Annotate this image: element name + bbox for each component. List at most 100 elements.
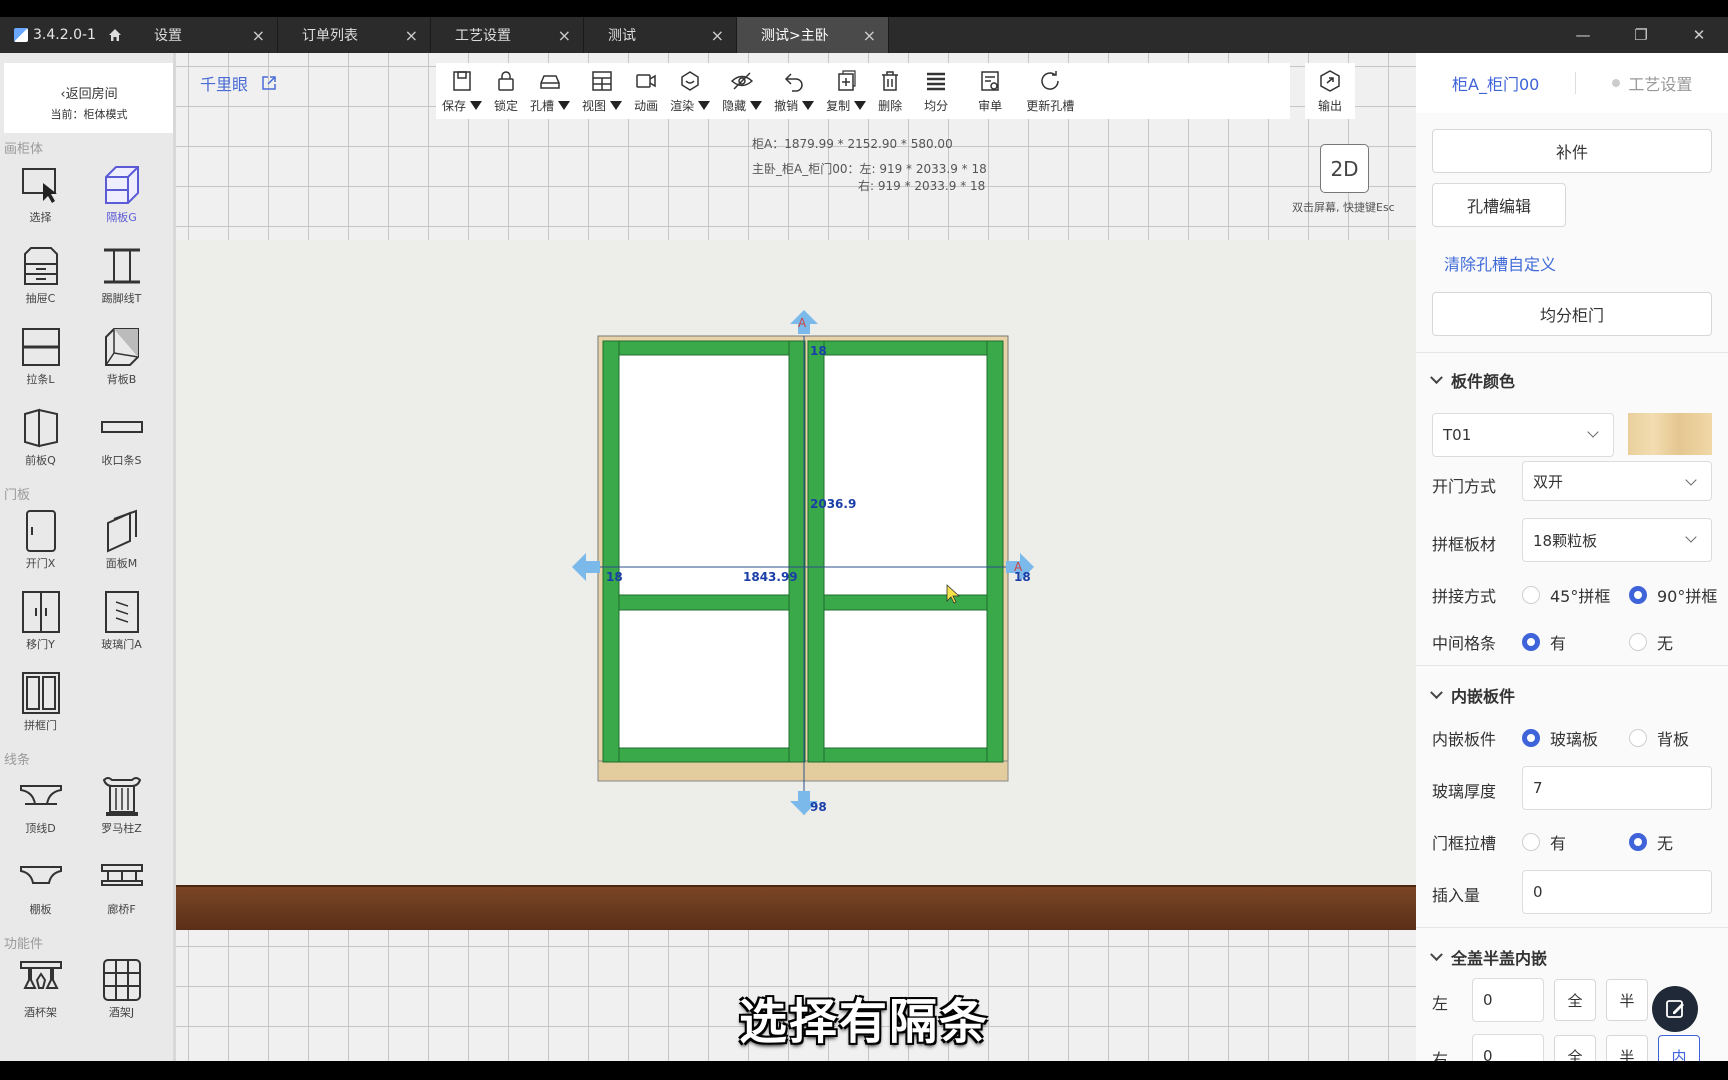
- tool-drawer[interactable]: 抽屉C: [0, 242, 81, 323]
- mid-bar-no-radio[interactable]: 无: [1629, 630, 1673, 654]
- back-to-room[interactable]: ‹返回房间 当前：柜体模式: [4, 63, 173, 133]
- insert-amount-label: 插入量: [1432, 886, 1481, 905]
- dimension-info: 柜A：1879.99 * 2152.90 * 580.00 主卧_柜A_柜门00…: [752, 137, 987, 193]
- tab-order-list[interactable]: 订单列表 ×: [278, 17, 431, 53]
- minimize-icon[interactable]: —: [1554, 17, 1612, 53]
- tool-backboard[interactable]: 背板B: [81, 323, 162, 404]
- wood-color-swatch[interactable]: [1628, 413, 1712, 455]
- animation-button[interactable]: 动画: [628, 63, 664, 119]
- color-select[interactable]: T01: [1432, 413, 1614, 457]
- tool-face-panel[interactable]: 面板M: [81, 507, 162, 588]
- section-cover-mode[interactable]: 全盖半盖内嵌: [1430, 945, 1547, 969]
- render-button[interactable]: 渲染: [664, 63, 716, 119]
- even-split-button[interactable]: 均分: [908, 63, 964, 119]
- patch-button[interactable]: 补件: [1432, 129, 1712, 173]
- dim-left-label: 18: [606, 570, 623, 584]
- status-dot-icon: [1612, 79, 1621, 87]
- close-window-icon[interactable]: ✕: [1670, 17, 1728, 53]
- clear-hole-custom-link[interactable]: 清除孔槽自定义: [1444, 251, 1556, 275]
- trash-icon: [882, 70, 899, 91]
- groove-no-radio[interactable]: 无: [1629, 830, 1673, 854]
- select-cursor-icon: [21, 168, 57, 203]
- dropdown-caret-icon[interactable]: [558, 100, 571, 110]
- tab-close-icon[interactable]: ×: [252, 26, 265, 45]
- mid-bar-yes-radio[interactable]: 有: [1522, 630, 1566, 654]
- tab-process-settings-panel[interactable]: 工艺设置: [1612, 71, 1692, 95]
- hole-edit-button[interactable]: 孔槽编辑: [1432, 183, 1566, 227]
- hide-button[interactable]: 隐藏: [716, 63, 768, 119]
- tool-roman-column[interactable]: 罗马柱Z: [81, 772, 162, 853]
- right-door: [807, 340, 1004, 763]
- video-icon: [636, 73, 656, 88]
- save-button[interactable]: 保存: [436, 63, 488, 119]
- tool-crown-molding[interactable]: 顶线D: [0, 772, 81, 853]
- tool-select[interactable]: 选择: [0, 161, 81, 242]
- list-lines-icon: [927, 72, 946, 90]
- tab-test[interactable]: 测试 ×: [584, 17, 737, 53]
- tool-brace[interactable]: 拉条L: [0, 323, 81, 404]
- tab-process-settings[interactable]: 工艺设置 ×: [431, 17, 584, 53]
- review-button[interactable]: 审单: [964, 63, 1016, 119]
- chevron-down-icon: [1685, 531, 1697, 543]
- home-icon: [109, 29, 121, 41]
- restore-icon[interactable]: ❐: [1612, 17, 1670, 53]
- ceiling-board-icon: [19, 866, 62, 884]
- edge-strip-icon: [100, 421, 143, 433]
- frame-material-label: 拼框板材: [1432, 535, 1497, 554]
- tool-bridge[interactable]: 廊桥F: [81, 853, 162, 934]
- update-slot-button[interactable]: 更新孔槽: [1016, 63, 1084, 119]
- home-button[interactable]: [100, 17, 130, 53]
- brand-link[interactable]: 千里眼: [200, 71, 278, 95]
- view-2d-button[interactable]: 2D: [1320, 144, 1369, 193]
- tool-sliding-door[interactable]: 移门Y: [0, 588, 81, 669]
- tab-test-bedroom[interactable]: 测试>主卧 ×: [737, 17, 889, 53]
- section-panel-color[interactable]: 板件颜色: [1430, 368, 1515, 392]
- tool-ceiling-board[interactable]: 棚板: [0, 853, 81, 934]
- joint-90-radio[interactable]: 90°拼框: [1629, 583, 1717, 607]
- tab-close-icon[interactable]: ×: [863, 26, 876, 45]
- tab-settings[interactable]: 设置 ×: [130, 17, 278, 53]
- groove-yes-radio[interactable]: 有: [1522, 830, 1566, 854]
- render-icon: [681, 70, 699, 91]
- even-door-button[interactable]: 均分柜门: [1432, 292, 1712, 336]
- dropdown-caret-icon[interactable]: [750, 100, 763, 110]
- lock-button[interactable]: 锁定: [488, 63, 524, 119]
- undo-button[interactable]: 撤销: [768, 63, 820, 119]
- dropdown-caret-icon[interactable]: [854, 100, 867, 110]
- inlay-glass-radio[interactable]: 玻璃板: [1522, 726, 1598, 750]
- tool-open-door[interactable]: 开门X: [0, 507, 81, 588]
- view-button[interactable]: 视图: [576, 63, 628, 119]
- section-inlay[interactable]: 内嵌板件: [1430, 683, 1515, 707]
- tool-frame-door[interactable]: 拼框门: [0, 669, 81, 750]
- insert-amount-input[interactable]: 0: [1522, 870, 1712, 914]
- tool-edge-strip[interactable]: 收口条S: [81, 404, 162, 485]
- crown-molding-icon: [19, 785, 62, 805]
- tool-shelf[interactable]: 隔板G: [81, 161, 162, 242]
- joint-45-radio[interactable]: 45°拼框: [1522, 583, 1610, 607]
- dropdown-caret-icon[interactable]: [610, 100, 623, 110]
- export-icon: [1320, 69, 1340, 92]
- sliding-door-icon: [21, 591, 60, 633]
- delete-button[interactable]: 删除: [872, 63, 908, 119]
- tab-door-properties[interactable]: 柜A_柜门00: [1452, 71, 1539, 95]
- tool-front-panel[interactable]: 前板Q: [0, 404, 81, 485]
- tool-glass-door[interactable]: 玻璃门A: [81, 588, 162, 669]
- open-mode-select[interactable]: 双开: [1522, 461, 1712, 501]
- dropdown-caret-icon[interactable]: [470, 100, 483, 110]
- video-subtitle: 选择有隔条: [738, 994, 989, 1050]
- dropdown-caret-icon[interactable]: [698, 100, 711, 110]
- tab-close-icon[interactable]: ×: [558, 26, 571, 45]
- tool-skirting[interactable]: 踢脚线T: [81, 242, 162, 323]
- copy-button[interactable]: 复制: [820, 63, 872, 119]
- roman-column-icon: [102, 777, 141, 816]
- glass-thickness-input[interactable]: 7: [1522, 766, 1712, 810]
- dropdown-caret-icon[interactable]: [802, 100, 815, 110]
- slot-button[interactable]: 孔槽: [524, 63, 576, 119]
- tab-close-icon[interactable]: ×: [711, 26, 724, 45]
- frame-material-select[interactable]: 18颗粒板: [1522, 518, 1712, 562]
- tab-close-icon[interactable]: ×: [405, 26, 418, 45]
- inlay-back-radio[interactable]: 背板: [1629, 726, 1689, 750]
- inlay-label: 内嵌板件: [1432, 730, 1497, 749]
- external-link-icon[interactable]: [260, 74, 278, 92]
- export-button[interactable]: 输出: [1305, 63, 1355, 119]
